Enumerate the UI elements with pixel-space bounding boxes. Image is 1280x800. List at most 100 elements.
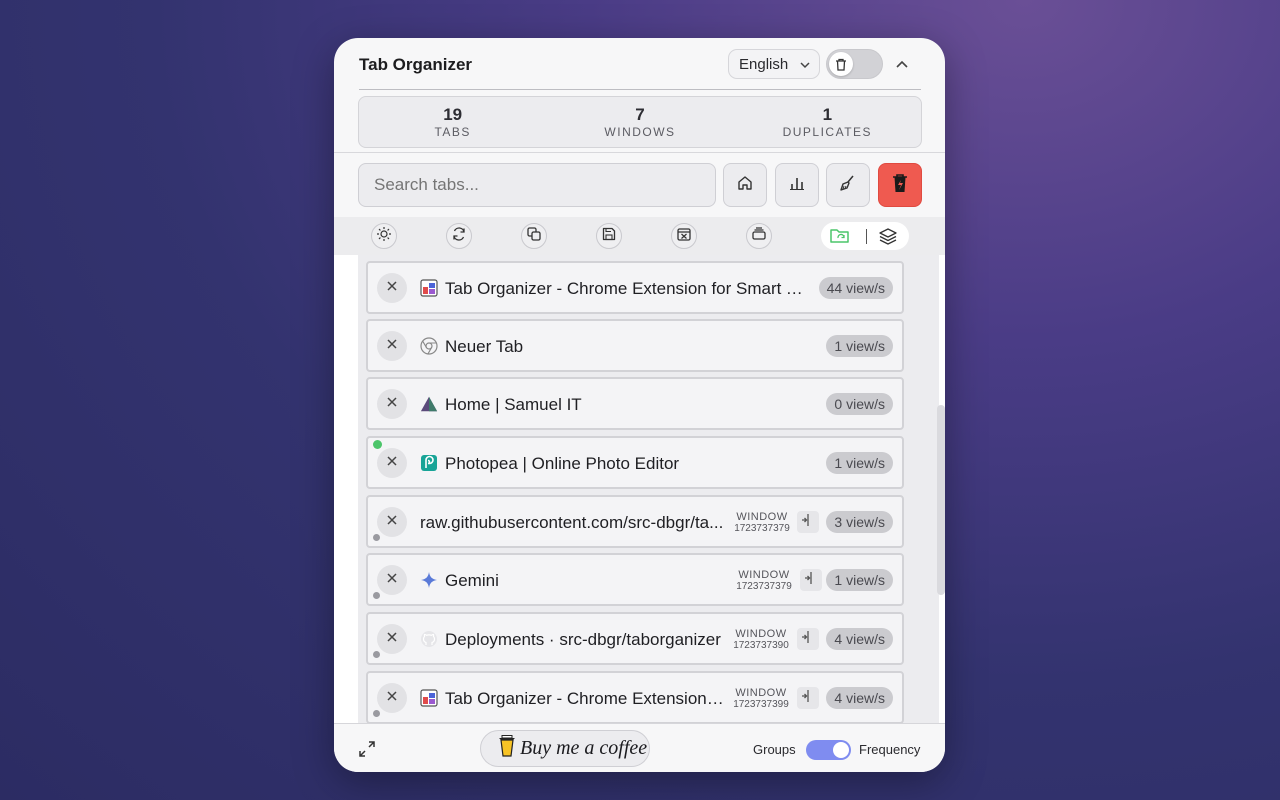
sun-icon xyxy=(376,226,392,247)
tab-list[interactable]: Tab Organizer - Chrome Extension for Sma… xyxy=(334,255,945,723)
home-button[interactable] xyxy=(723,163,767,207)
expand-icon[interactable] xyxy=(358,740,376,758)
split-arrow-icon xyxy=(801,513,815,532)
view-count-badge: 1 view/s xyxy=(826,335,893,357)
tab-row[interactable]: Gemini WINDOW 1723737379 1 view/s xyxy=(366,553,904,606)
window-label-text: WINDOW xyxy=(738,569,790,581)
close-icon xyxy=(386,571,398,589)
chevron-up-icon[interactable] xyxy=(892,54,912,74)
coffee-cup-icon xyxy=(498,734,516,763)
theme-button[interactable] xyxy=(371,223,397,249)
close-group-button[interactable] xyxy=(671,223,697,249)
frequency-label: Frequency xyxy=(859,742,921,757)
view-mode-toggle[interactable] xyxy=(806,740,851,760)
chevron-down-icon xyxy=(799,58,811,75)
window-id: 1723737390 xyxy=(733,640,789,651)
close-tab-button[interactable] xyxy=(377,565,407,595)
stat-windows: 7 WINDOWS xyxy=(546,97,733,147)
close-icon xyxy=(386,689,398,707)
window-label: WINDOW 1723737399 xyxy=(729,688,793,711)
photopea-icon xyxy=(420,454,438,472)
window-label: WINDOW 1723737390 xyxy=(729,629,793,652)
close-tab-button[interactable] xyxy=(377,331,407,361)
view-count-badge: 1 view/s xyxy=(826,452,893,474)
window-label: WINDOW 1723737379 xyxy=(732,569,796,593)
scrollbar[interactable] xyxy=(937,405,945,595)
language-select[interactable]: English xyxy=(728,49,820,79)
stat-label: DUPLICATES xyxy=(782,125,873,139)
move-to-window-button[interactable] xyxy=(800,569,822,591)
tab-title: raw.githubusercontent.com/src-dbgr/ta... xyxy=(420,513,724,532)
save-session-button[interactable] xyxy=(596,223,622,249)
close-tab-button[interactable] xyxy=(377,389,407,419)
buy-me-a-coffee-button[interactable]: Buy me a coffee xyxy=(480,730,650,767)
split-arrow-icon xyxy=(801,689,815,708)
active-indicator xyxy=(373,440,382,449)
tab-organizer-icon xyxy=(420,689,438,707)
tab-title: Home | Samuel IT xyxy=(445,395,582,414)
language-value: English xyxy=(739,56,789,73)
footer: Buy me a coffee Groups Frequency xyxy=(334,723,945,772)
triangle-logo-icon xyxy=(420,395,438,413)
view-count-badge: 0 view/s xyxy=(826,393,893,415)
window-id: 1723737399 xyxy=(733,699,789,710)
tab-row[interactable]: Neuer Tab 1 view/s xyxy=(366,319,904,372)
tab-title: Deployments · src-dbgr/taborganizer xyxy=(445,630,721,649)
tab-row[interactable]: Tab Organizer - Chrome Extension f... WI… xyxy=(366,671,904,723)
folder-sync-icon[interactable] xyxy=(829,226,851,246)
status-dot xyxy=(373,592,380,599)
split-arrow-icon xyxy=(801,630,815,649)
search-input[interactable] xyxy=(358,163,716,207)
status-dot xyxy=(373,534,380,541)
move-to-window-button[interactable] xyxy=(797,511,819,533)
close-icon xyxy=(386,279,398,297)
tab-row[interactable]: raw.githubusercontent.com/src-dbgr/ta...… xyxy=(366,495,904,548)
grouping-switch[interactable] xyxy=(821,222,909,250)
move-to-window-button[interactable] xyxy=(797,687,819,709)
stat-value: 1 xyxy=(822,105,833,124)
tab-row[interactable]: Home | Samuel IT 0 view/s xyxy=(366,377,904,430)
home-icon xyxy=(736,174,754,197)
trash-mode-toggle[interactable] xyxy=(826,49,883,79)
view-count-badge: 1 view/s xyxy=(826,569,893,591)
refresh-button[interactable] xyxy=(446,223,472,249)
close-tab-button[interactable] xyxy=(377,448,407,478)
window-id: 1723737379 xyxy=(734,523,790,534)
tab-list-content: Tab Organizer - Chrome Extension for Sma… xyxy=(358,255,939,723)
archive-icon xyxy=(751,226,767,247)
tab-row[interactable]: Deployments · src-dbgr/taborganizer WIND… xyxy=(366,612,904,665)
window-label-text: WINDOW xyxy=(736,511,788,523)
view-count-badge: 4 view/s xyxy=(826,687,893,709)
view-count-badge: 44 view/s xyxy=(818,277,893,299)
stat-label: WINDOWS xyxy=(604,125,676,139)
close-tab-button[interactable] xyxy=(377,507,407,537)
close-folder-icon xyxy=(676,226,692,247)
close-tab-button[interactable] xyxy=(377,624,407,654)
statistics-button[interactable] xyxy=(775,163,819,207)
duplicate-icon xyxy=(526,226,542,247)
tab-row[interactable]: Tab Organizer - Chrome Extension for Sma… xyxy=(366,261,904,314)
archive-button[interactable] xyxy=(746,223,772,249)
close-icon xyxy=(386,513,398,531)
close-tab-button[interactable] xyxy=(377,273,407,303)
tab-row-active[interactable]: Photopea | Online Photo Editor 1 view/s xyxy=(366,436,904,489)
stat-tabs: 19 TABS xyxy=(359,97,546,147)
trash-icon xyxy=(829,52,853,76)
tab-title: Tab Organizer - Chrome Extension f... xyxy=(445,689,725,708)
close-icon xyxy=(386,395,398,413)
duplicates-button[interactable] xyxy=(521,223,547,249)
save-icon xyxy=(601,226,617,247)
layers-icon[interactable] xyxy=(877,226,899,246)
close-all-button[interactable] xyxy=(878,163,922,207)
close-tab-button[interactable] xyxy=(377,683,407,713)
github-icon xyxy=(420,630,438,648)
broom-icon xyxy=(838,173,858,198)
move-to-window-button[interactable] xyxy=(797,628,819,650)
stat-value: 19 xyxy=(443,105,463,124)
stat-label: TABS xyxy=(434,125,471,139)
action-icon-bar xyxy=(334,217,945,255)
cleanup-button[interactable] xyxy=(826,163,870,207)
coffee-label: Buy me a coffee xyxy=(520,737,648,759)
app-title: Tab Organizer xyxy=(359,55,473,74)
tab-title: Photopea | Online Photo Editor xyxy=(445,454,680,473)
